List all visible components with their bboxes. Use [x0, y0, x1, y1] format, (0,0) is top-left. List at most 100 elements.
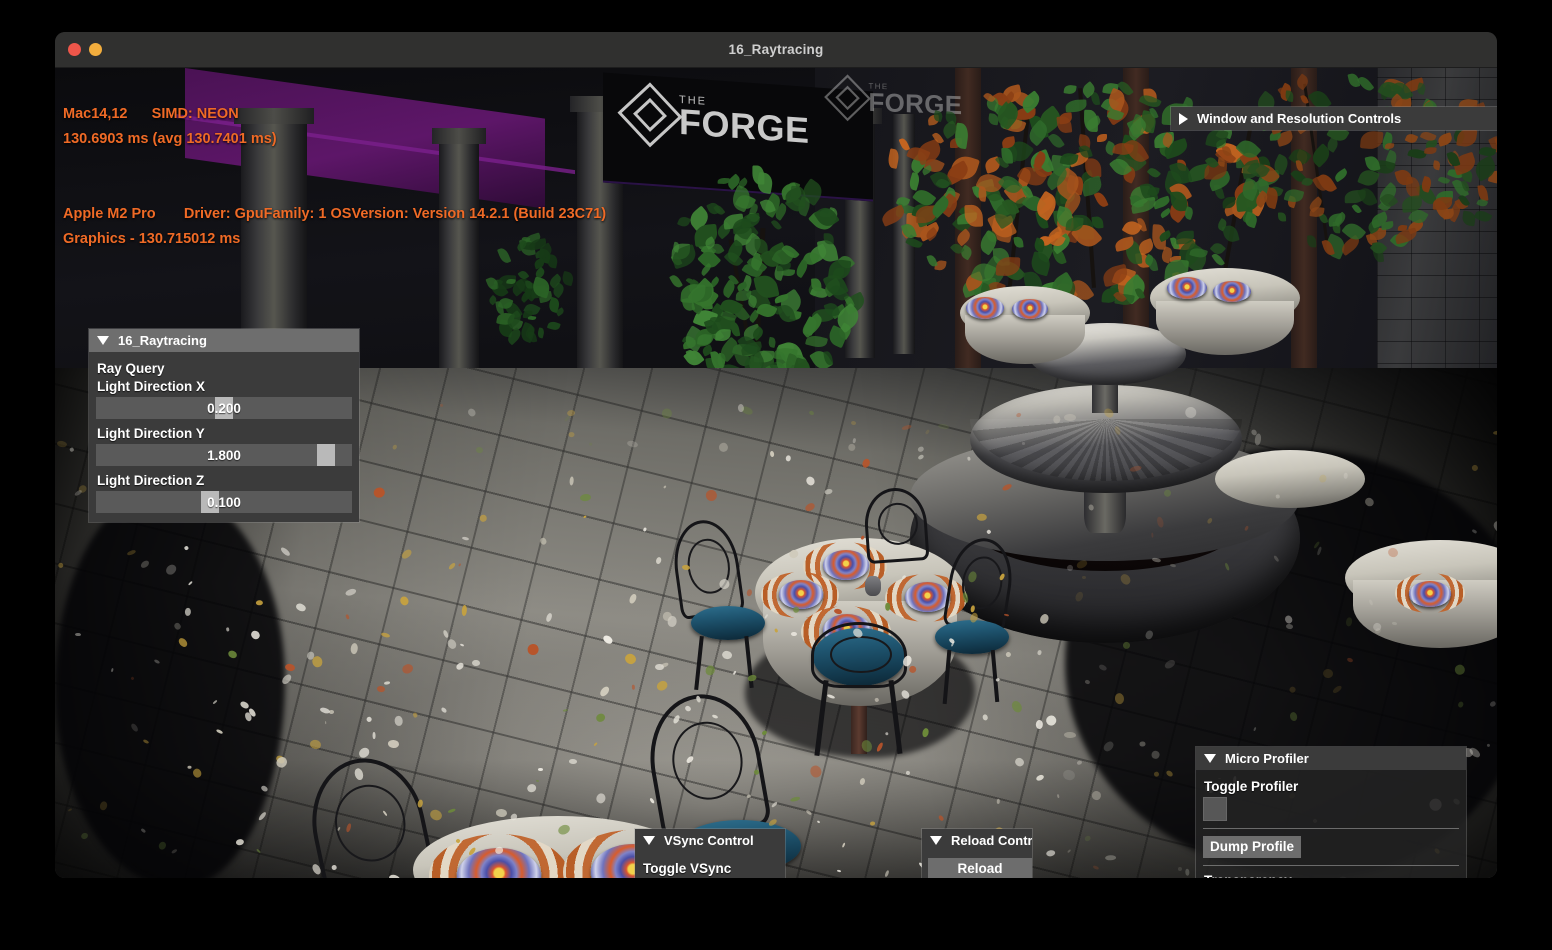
- leaf: [1085, 158, 1102, 178]
- panel-vsync-body: Toggle VSync: [635, 852, 785, 878]
- divider: [1203, 865, 1459, 866]
- leaf: [1405, 176, 1421, 198]
- petal: [1185, 868, 1190, 876]
- leaf: [547, 320, 561, 332]
- leaf: [668, 273, 683, 290]
- petal: [74, 632, 81, 637]
- panel-window-resolution-controls[interactable]: Window and Resolution Controls: [1170, 106, 1497, 131]
- panel-micro-profiler-title: Micro Profiler: [1225, 751, 1309, 766]
- window-traffic-lights: [68, 43, 102, 56]
- panel-window-resolution-header[interactable]: Window and Resolution Controls: [1171, 107, 1497, 130]
- light-direction-z-slider[interactable]: 0.100: [96, 491, 352, 513]
- toggle-profiler-label: Toggle Profiler: [1204, 779, 1299, 794]
- petal: [226, 627, 230, 632]
- cast-shadow: [55, 488, 285, 878]
- panel-raytracing-header[interactable]: 16_Raytracing: [89, 329, 359, 352]
- panel-raytracing-body: Ray Query Light Direction X 0.200 Light …: [89, 352, 359, 522]
- reload-shaders-button[interactable]: Reload shaders: [928, 858, 1032, 878]
- panel-vsync-title: VSync Control: [664, 833, 754, 848]
- petal: [324, 721, 327, 725]
- leaf: [527, 315, 537, 321]
- panel-micro-profiler[interactable]: Micro Profiler Toggle Profiler Dump Prof…: [1195, 746, 1467, 878]
- triangle-down-icon[interactable]: [643, 836, 655, 845]
- table-distant: [960, 293, 1070, 343]
- petal: [475, 446, 484, 454]
- leaf: [1332, 167, 1350, 183]
- chair: [797, 622, 917, 788]
- screen: 16_Raytracing THE FORGE THE FORGE Mac14,…: [0, 0, 1552, 950]
- leaf: [1473, 207, 1493, 225]
- leaf: [1415, 82, 1427, 96]
- petal: [654, 663, 664, 671]
- petal: [568, 758, 578, 764]
- panel-reload-header[interactable]: Reload Control: [922, 829, 1032, 852]
- dump-profile-button[interactable]: Dump Profile: [1203, 836, 1302, 858]
- leaf: [1307, 235, 1317, 248]
- leaf: [1093, 190, 1109, 209]
- light-direction-z-value: 0.100: [207, 494, 241, 510]
- leaf: [1446, 150, 1461, 168]
- leaf: [1404, 132, 1419, 145]
- leaf: [1278, 212, 1287, 222]
- table-distant: [1395, 573, 1497, 633]
- close-button[interactable]: [68, 43, 81, 56]
- panel-vsync-control[interactable]: VSync Control Toggle VSync: [634, 828, 786, 878]
- petal: [1151, 532, 1154, 538]
- leaf: [496, 246, 512, 265]
- triangle-down-icon[interactable]: [1204, 754, 1216, 763]
- petal: [1492, 430, 1497, 436]
- petal: [1021, 441, 1026, 445]
- minimize-button[interactable]: [89, 43, 102, 56]
- application-window: 16_Raytracing THE FORGE THE FORGE Mac14,…: [55, 32, 1497, 878]
- leaf: [1432, 160, 1441, 171]
- petal: [1035, 719, 1043, 729]
- leaf: [536, 327, 545, 339]
- leaf: [1063, 84, 1077, 95]
- leaf: [1146, 166, 1161, 180]
- leaf: [1147, 186, 1160, 197]
- petal: [966, 456, 971, 461]
- leaf: [1083, 109, 1099, 133]
- panel-micro-profiler-header[interactable]: Micro Profiler: [1196, 747, 1466, 770]
- chair: [935, 533, 1021, 708]
- petal: [885, 602, 891, 611]
- light-direction-y-slider[interactable]: 1.800: [96, 444, 352, 466]
- toggle-vsync-label: Toggle VSync: [643, 861, 732, 876]
- panel-reload-control[interactable]: Reload Control Reload shaders: [921, 828, 1033, 878]
- leaf: [1423, 146, 1437, 155]
- panel-raytracing[interactable]: 16_Raytracing Ray Query Light Direction …: [88, 328, 360, 523]
- toggle-profiler-checkbox[interactable]: [1203, 797, 1227, 821]
- triangle-down-icon[interactable]: [97, 336, 109, 345]
- leaf: [1436, 132, 1454, 147]
- leaf: [755, 171, 775, 194]
- leaf: [1461, 210, 1477, 227]
- petal: [372, 732, 376, 739]
- panel-raytracing-title: 16_Raytracing: [118, 333, 207, 348]
- window-titlebar[interactable]: 16_Raytracing: [55, 32, 1497, 68]
- panel-micro-profiler-body: Toggle Profiler Dump Profile Transparenc…: [1196, 770, 1466, 878]
- divider: [1203, 828, 1459, 829]
- triangle-down-icon[interactable]: [930, 836, 942, 845]
- panel-reload-body: Reload shaders: [922, 852, 1032, 878]
- leaf: [811, 278, 822, 292]
- panel-vsync-header[interactable]: VSync Control: [635, 829, 785, 852]
- panel-reload-title: Reload Control: [951, 833, 1032, 848]
- petal: [188, 766, 192, 769]
- light-direction-x-value: 0.200: [207, 400, 241, 416]
- leaf: [1300, 176, 1314, 188]
- leaf: [1097, 134, 1108, 142]
- light-direction-y-value: 1.800: [207, 447, 241, 463]
- leaf: [1284, 90, 1295, 103]
- leaf: [1360, 130, 1384, 151]
- light-direction-x-label: Light Direction X: [97, 379, 205, 394]
- light-direction-z-label: Light Direction Z: [97, 473, 205, 488]
- leaf: [823, 233, 834, 245]
- ray-query-label: Ray Query: [97, 361, 165, 376]
- chair: [668, 516, 765, 691]
- triangle-right-icon[interactable]: [1179, 112, 1188, 125]
- leaf: [1347, 72, 1361, 89]
- render-viewport[interactable]: THE FORGE THE FORGE Mac14,12 SIMD: NEON …: [55, 68, 1497, 878]
- light-direction-x-slider[interactable]: 0.200: [96, 397, 352, 419]
- petal: [376, 685, 385, 693]
- leaf: [1091, 215, 1104, 229]
